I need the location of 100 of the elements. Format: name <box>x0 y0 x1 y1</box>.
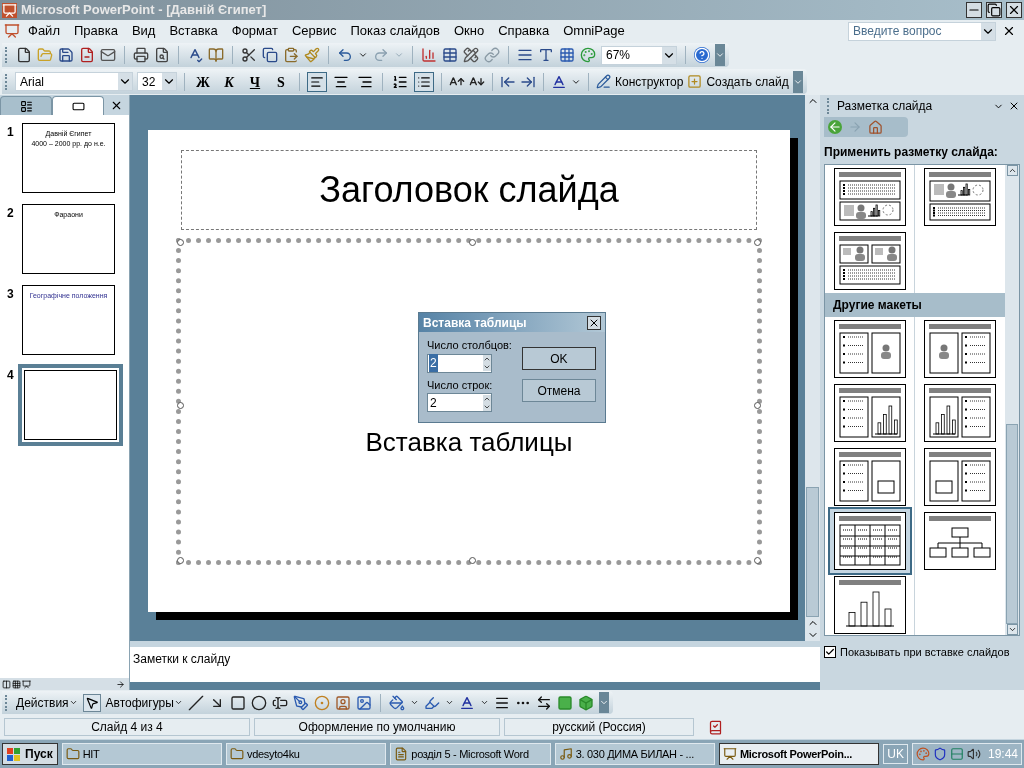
chart-icon[interactable] <box>421 47 437 63</box>
help-search-field[interactable]: Введите вопрос <box>848 21 996 41</box>
new-document-icon[interactable] <box>16 47 32 63</box>
style-button[interactable]: К <box>218 71 240 92</box>
toolbar-grip[interactable] <box>5 73 8 90</box>
font-color-icon[interactable] <box>458 694 475 711</box>
copy-icon[interactable] <box>262 47 278 63</box>
back-icon[interactable] <box>828 120 842 134</box>
save-icon[interactable] <box>58 47 74 63</box>
scroll-up-icon[interactable] <box>1006 165 1018 176</box>
grid-icon[interactable] <box>559 47 575 63</box>
zoom-field[interactable]: 67% <box>601 45 677 65</box>
mail-icon[interactable] <box>100 47 116 63</box>
title-placeholder[interactable]: Заголовок слайда <box>181 150 757 230</box>
number-field[interactable]: 2 <box>427 353 492 373</box>
table-icon[interactable] <box>442 47 458 63</box>
cut-icon[interactable] <box>241 47 257 63</box>
menu-item[interactable]: Окно <box>448 21 491 41</box>
selection-handle[interactable] <box>469 239 476 246</box>
style-button[interactable]: Ж <box>192 71 214 92</box>
toolbar-options-icon[interactable] <box>792 70 803 93</box>
image-icon[interactable] <box>355 694 372 711</box>
layout-thumbnail[interactable] <box>827 507 912 575</box>
taskbar-button[interactable]: vdesyto4ku <box>226 743 387 765</box>
number-field[interactable]: 2 <box>427 393 492 412</box>
actions-menu-button[interactable]: Действия <box>16 693 78 712</box>
menu-item[interactable]: Сервис <box>285 21 343 41</box>
spin-up-icon[interactable] <box>483 355 491 363</box>
scroll-thumb[interactable] <box>1006 424 1018 624</box>
menu-item[interactable]: Формат <box>225 21 284 41</box>
taskbar-button[interactable]: 3. 030 ДИМА БИЛАН - ... <box>554 743 715 765</box>
selection-handle[interactable] <box>177 239 184 246</box>
paste-icon[interactable] <box>283 47 299 63</box>
restore-button[interactable] <box>986 2 1002 18</box>
close-pane-button[interactable] <box>110 99 123 112</box>
document-icon[interactable] <box>4 23 20 39</box>
paintbrush-icon[interactable] <box>304 47 320 63</box>
selection-handle[interactable] <box>754 239 761 246</box>
toolbar-grip[interactable] <box>5 47 8 63</box>
toolbar-grip[interactable] <box>5 694 8 711</box>
style-button[interactable]: S <box>270 71 292 92</box>
book-icon[interactable] <box>208 47 224 63</box>
menu-item[interactable]: Правка <box>67 21 124 41</box>
font-color-icon[interactable] <box>551 73 567 90</box>
spelling-status-icon[interactable] <box>708 719 723 735</box>
scroll-thumb[interactable] <box>806 487 819 617</box>
scroll-down-icon[interactable] <box>1006 624 1018 635</box>
shield-icon[interactable] <box>933 747 947 761</box>
spin-up-icon[interactable] <box>483 394 491 403</box>
toolbar-options-icon[interactable] <box>598 692 609 713</box>
close-button[interactable] <box>1006 2 1022 18</box>
spin-down-icon[interactable] <box>483 363 491 371</box>
selection-handle[interactable] <box>754 401 761 409</box>
font-field[interactable]: Arial <box>15 72 133 91</box>
menu-item[interactable]: Показ слайдов <box>344 21 446 41</box>
start-button[interactable]: Пуск <box>2 743 58 765</box>
menu-item[interactable]: Справка <box>492 21 556 41</box>
close-document-button[interactable] <box>1002 24 1016 38</box>
printer-icon[interactable] <box>133 47 149 63</box>
notes-pane[interactable]: Заметки к слайду <box>130 647 820 682</box>
line-icon[interactable] <box>187 694 204 711</box>
home-icon[interactable] <box>868 119 883 135</box>
line-color-icon[interactable] <box>423 694 440 711</box>
print-preview-icon[interactable] <box>154 47 170 63</box>
normal-view-icon[interactable] <box>2 679 11 689</box>
design-button[interactable]: Конструктор <box>596 72 684 91</box>
panel-tab[interactable] <box>52 96 104 115</box>
taskbar-button[interactable]: HIT <box>61 743 222 765</box>
cube-icon[interactable] <box>577 694 594 711</box>
slideshow-view-icon[interactable] <box>22 679 31 689</box>
pointer-icon[interactable] <box>82 693 101 712</box>
style-button[interactable]: Ч <box>244 71 266 92</box>
spelling-icon[interactable] <box>187 47 203 63</box>
arrow-style-icon[interactable] <box>535 694 552 711</box>
menu-item[interactable]: Вид <box>125 21 162 41</box>
close-pane-button[interactable] <box>1008 100 1020 112</box>
selection-handle[interactable] <box>177 557 184 564</box>
layout-scrollbar[interactable] <box>1005 165 1019 635</box>
color-icon[interactable] <box>580 47 596 63</box>
menu-item[interactable]: Файл <box>22 21 66 41</box>
font-size-field[interactable]: 32 <box>137 72 177 91</box>
selection-handle[interactable] <box>754 557 761 564</box>
menu-item[interactable]: OmniPage <box>557 21 631 41</box>
slide-thumbnail[interactable] <box>18 364 123 446</box>
align-left-icon[interactable] <box>307 71 327 92</box>
speaker-icon[interactable] <box>967 747 981 761</box>
oval-icon[interactable] <box>250 694 267 711</box>
minimize-button[interactable] <box>966 2 982 18</box>
dialog-close-button[interactable] <box>587 315 601 330</box>
dialog-button[interactable]: Отмена <box>521 379 596 402</box>
taskbar-button[interactable]: Microsoft PowerPoin... <box>719 743 880 765</box>
selection-handle[interactable] <box>177 401 184 409</box>
new-slide-button[interactable]: Создать слайд <box>687 72 789 91</box>
app-icon[interactable] <box>2 2 17 18</box>
menu-item[interactable]: Вставка <box>163 21 224 41</box>
dialog-button[interactable]: OK <box>521 347 596 370</box>
toolbar-grip[interactable] <box>827 98 830 114</box>
spin-down-icon[interactable] <box>483 402 491 411</box>
selection-handle[interactable] <box>469 557 476 564</box>
sorter-view-icon[interactable] <box>12 679 21 689</box>
